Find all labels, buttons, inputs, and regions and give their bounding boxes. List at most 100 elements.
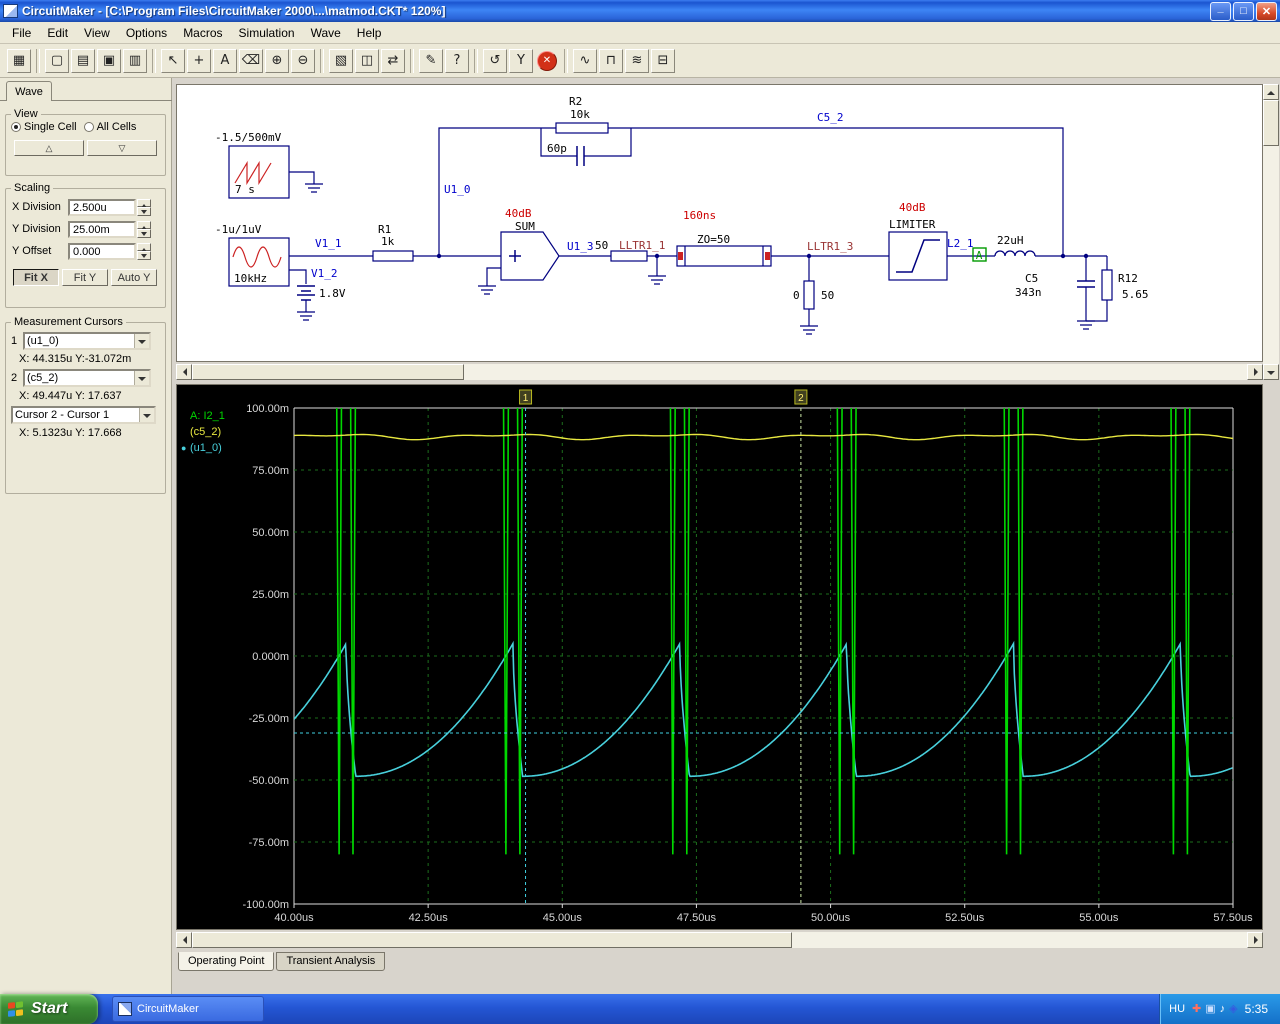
probe-tool-icon[interactable]: ✎ <box>419 48 443 73</box>
resistor-term-symbol[interactable] <box>803 280 815 310</box>
new-file-icon[interactable]: ▢ <box>45 48 69 73</box>
waveform-window-icon[interactable]: ∿ <box>573 48 597 73</box>
select-arrow-icon[interactable]: ↖ <box>161 48 185 73</box>
cursor2-signal-select[interactable]: (c5_2) <box>23 369 151 387</box>
text-tool-icon[interactable]: A <box>213 48 237 73</box>
schematic-label-net-v1-2: V1_2 <box>311 267 338 280</box>
fit-x-button[interactable]: Fit X <box>13 269 59 286</box>
fit-y-button[interactable]: Fit Y <box>62 269 108 286</box>
menu-edit[interactable]: Edit <box>39 24 76 42</box>
tab-operating-point[interactable]: Operating Point <box>178 952 275 971</box>
tray-network-icon[interactable]: ◈ <box>1229 1003 1237 1015</box>
resistor-r12-symbol[interactable] <box>1101 269 1113 301</box>
single-cell-radio[interactable] <box>11 122 21 132</box>
analog-waveform-icon[interactable]: ≋ <box>625 48 649 73</box>
schematic-label-r12-value: 5.65 <box>1122 288 1149 301</box>
reset-simulation-icon[interactable]: ↺ <box>483 48 507 73</box>
digital-panel-icon[interactable]: ▧ <box>329 48 353 73</box>
wire-tool-icon[interactable]: + <box>187 48 211 73</box>
schematic-hscroll-thumb[interactable] <box>192 364 464 380</box>
resistor-r1-symbol[interactable] <box>372 250 414 262</box>
menu-help[interactable]: Help <box>349 24 390 42</box>
waveform-chart[interactable]: 40.00us 42.50us 45.00us 47.50us 50.00us 52.50… <box>177 385 1263 930</box>
all-cells-radio[interactable] <box>83 122 94 132</box>
probe-y-icon[interactable]: Y <box>509 48 533 73</box>
legend-item[interactable]: (c5_2) <box>190 426 221 438</box>
menu-wave[interactable]: Wave <box>303 24 349 42</box>
schematic-pane[interactable]: -1.5/500mV 7 s -1u/1uV 10kHz V1_1 V1_2 1.8V R1 1… <box>176 84 1263 362</box>
spinner-down-icon[interactable] <box>137 207 151 216</box>
dropdown-arrow-icon[interactable] <box>139 408 154 422</box>
start-button[interactable]: Start <box>0 994 98 1024</box>
print-icon[interactable]: ▥ <box>123 48 147 73</box>
close-button[interactable]: ✕ <box>1256 1 1277 21</box>
resistor-50-symbol[interactable] <box>610 250 648 262</box>
help-icon[interactable]: ? <box>445 48 469 73</box>
tray-volume-icon[interactable]: ♪ <box>1220 1003 1226 1015</box>
spinner-down-icon[interactable] <box>137 251 151 260</box>
scroll-left-button[interactable] <box>176 932 192 948</box>
menu-view[interactable]: View <box>76 24 118 42</box>
zoom-out-icon[interactable]: ⊖ <box>291 48 315 73</box>
y-offset-input[interactable]: 0.000 <box>68 242 136 260</box>
spinner-up-icon[interactable] <box>137 242 151 252</box>
stop-simul-icon[interactable]: ✕ <box>537 50 557 71</box>
wave-up-button[interactable]: △ <box>14 140 84 156</box>
save-file-icon[interactable]: ▣ <box>97 48 121 73</box>
delete-tool-icon[interactable]: ⌫ <box>239 48 263 73</box>
y-offset-spinner[interactable] <box>137 242 151 260</box>
legend-item[interactable]: A: I2_1 <box>190 410 225 422</box>
scroll-up-button[interactable] <box>1263 84 1279 100</box>
resistor-r2-symbol[interactable] <box>555 122 609 134</box>
schematic-vscroll-track[interactable] <box>1263 100 1279 364</box>
auto-y-button[interactable]: Auto Y <box>111 269 157 286</box>
scroll-right-button[interactable] <box>1247 364 1263 380</box>
wave-hscroll-thumb[interactable] <box>192 932 792 948</box>
language-indicator[interactable]: HU <box>1169 1003 1185 1015</box>
tab-wave[interactable]: Wave <box>6 81 52 101</box>
transmission-line-symbol[interactable] <box>676 245 772 267</box>
main-toolbar: ▦ ▢ ▤ ▣ ▥ ↖ + A ⌫ ⊕ ⊖ ▧ ◫ ⇄ ✎? ↺ Y ✕ ∿ ⊓ ≋ ⊟ <box>0 44 1280 78</box>
taskbar-item-circuitmaker[interactable]: CircuitMaker <box>112 996 264 1022</box>
dropdown-arrow-icon[interactable] <box>134 334 149 348</box>
restore-button[interactable]: □ <box>1233 1 1254 21</box>
menu-options[interactable]: Options <box>118 24 175 42</box>
schematic-canvas[interactable]: -1.5/500mV7 s-1u/1uV10kHzV1_1V1_21.8VR11… <box>177 85 1263 362</box>
menu-macros[interactable]: Macros <box>175 24 230 42</box>
y-division-spinner[interactable] <box>137 220 151 238</box>
zoom-in-icon[interactable]: ⊕ <box>265 48 289 73</box>
schematic-vscroll-thumb[interactable] <box>1263 100 1279 146</box>
split-waveform-icon[interactable]: ⊟ <box>651 48 675 73</box>
instrument-icon[interactable]: ◫ <box>355 48 379 73</box>
schematic-components[interactable] <box>228 122 1113 310</box>
open-file-icon[interactable]: ▤ <box>71 48 95 73</box>
step-simulation-icon[interactable]: ⇄ <box>381 48 405 73</box>
scroll-down-button[interactable] <box>1263 364 1279 380</box>
tray-alert-icon[interactable]: ✚ <box>1192 1003 1201 1015</box>
x-division-spinner[interactable] <box>137 198 151 216</box>
digital-waveform-icon[interactable]: ⊓ <box>599 48 623 73</box>
dropdown-arrow-icon[interactable] <box>134 371 149 385</box>
legend-item[interactable]: (u1_0) <box>190 442 222 454</box>
cursor-diff-select[interactable]: Cursor 2 - Cursor 1 <box>11 406 156 424</box>
x-division-input[interactable]: 2.500u <box>68 198 136 216</box>
tab-transient-analysis[interactable]: Transient Analysis <box>276 952 386 971</box>
minimize-button[interactable]: _ <box>1210 1 1231 21</box>
tray-display-icon[interactable]: ▣ <box>1205 1003 1215 1015</box>
board-icon[interactable]: ▦ <box>7 48 31 73</box>
schematic-label-net-l2-1: L2_1 <box>947 237 974 250</box>
scroll-right-button[interactable] <box>1247 932 1263 948</box>
schematic-hscroll-track[interactable] <box>192 364 1247 380</box>
waveform-pane[interactable]: 40.00us 42.50us 45.00us 47.50us 50.00us 52.50… <box>176 384 1263 930</box>
spinner-down-icon[interactable] <box>137 229 151 238</box>
menu-simulation[interactable]: Simulation <box>231 24 303 42</box>
scroll-left-button[interactable] <box>176 364 192 380</box>
spinner-up-icon[interactable] <box>137 220 151 230</box>
start-label: Start <box>31 1000 68 1017</box>
wave-down-button[interactable]: ▽ <box>87 140 157 156</box>
cursor1-signal-select[interactable]: (u1_0) <box>23 332 151 350</box>
y-division-input[interactable]: 25.00m <box>68 220 136 238</box>
spinner-up-icon[interactable] <box>137 198 151 208</box>
menu-file[interactable]: File <box>4 24 39 42</box>
wave-hscroll-track[interactable] <box>192 932 1247 948</box>
